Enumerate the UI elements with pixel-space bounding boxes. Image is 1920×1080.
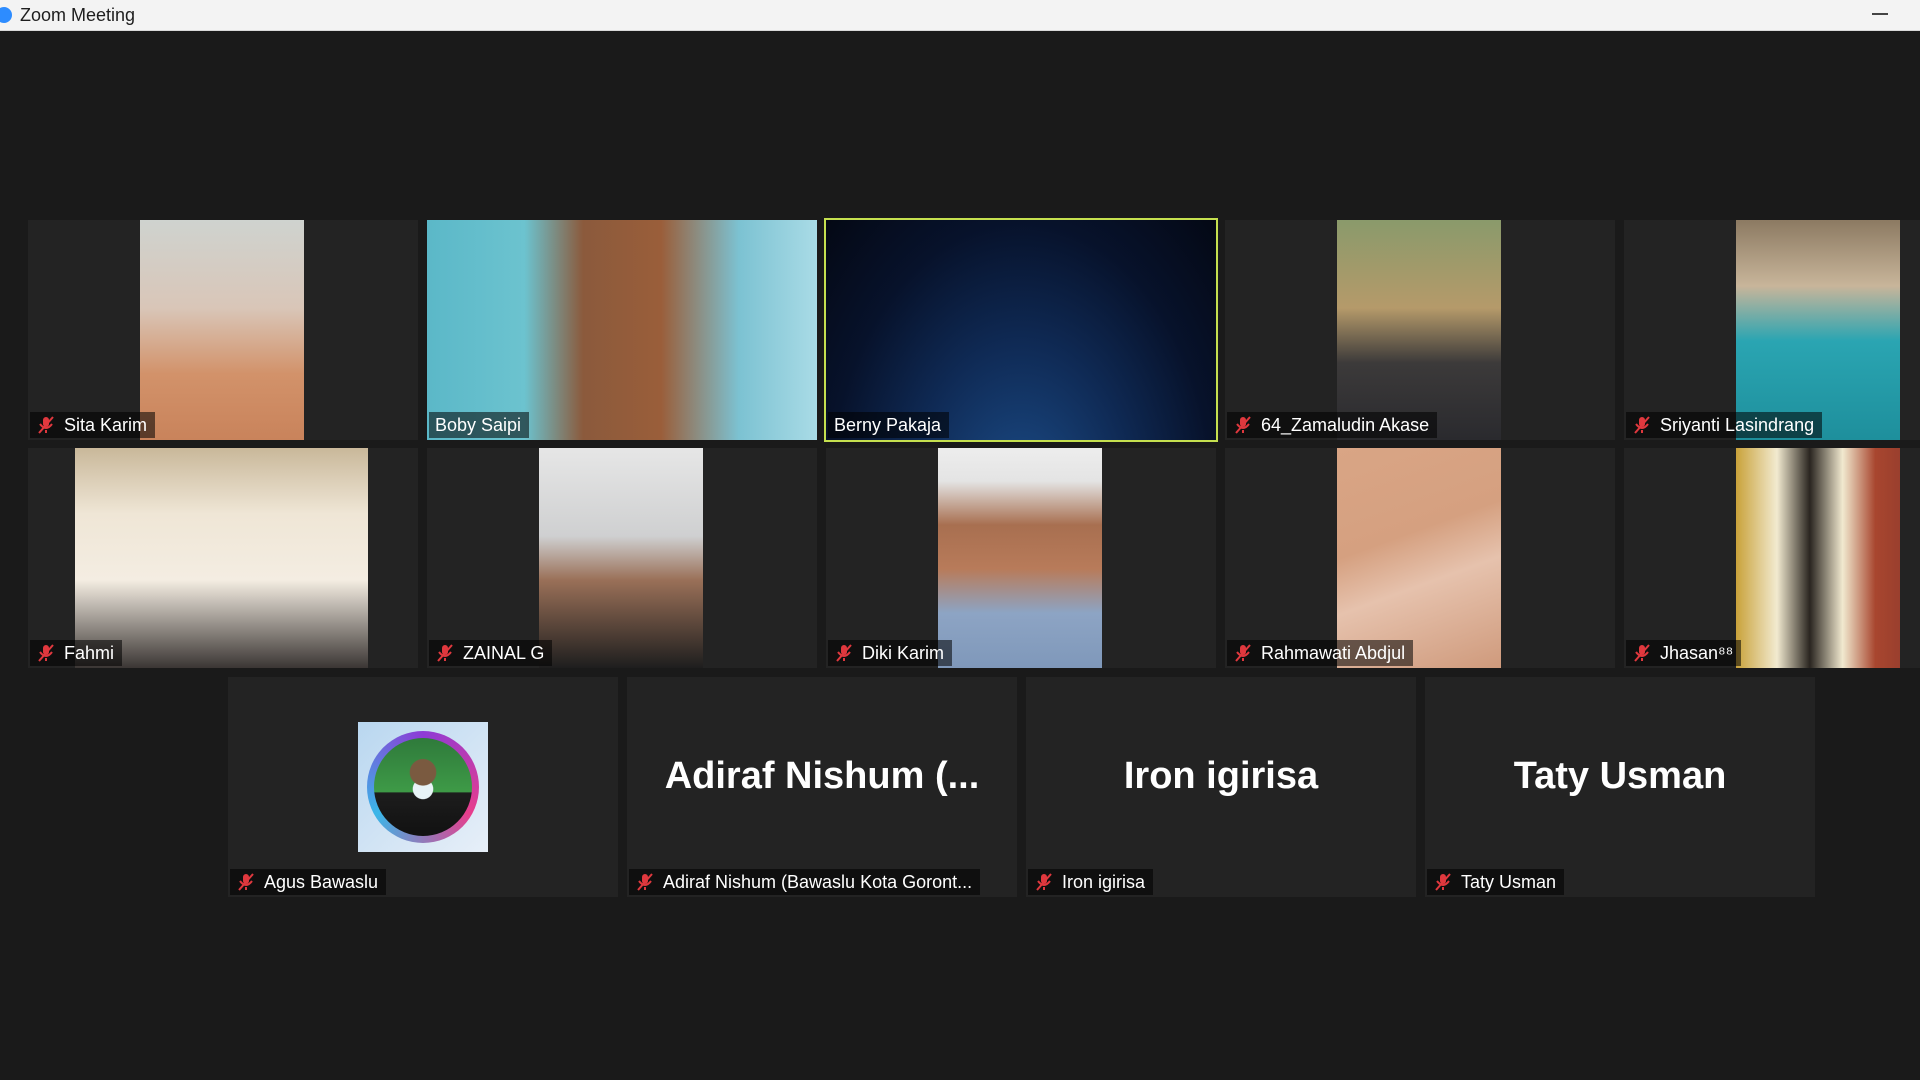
participant-name: Berny Pakaja (834, 414, 942, 435)
minimize-button[interactable] (1866, 4, 1894, 24)
participant-name: ZAINAL G (463, 642, 545, 663)
participant-name-label: Sriyanti Lasindrang (1626, 412, 1823, 438)
profile-avatar (358, 722, 488, 852)
participant-video (140, 220, 304, 440)
participant-display-name: Iron igirisa (1123, 755, 1319, 797)
participant-name: 64_Zamaludin Akase (1261, 414, 1430, 435)
participant-tile-rahmawati-abdjul[interactable]: Rahmawati Abdjul (1225, 448, 1615, 668)
muted-microphone-icon (836, 644, 852, 662)
participant-name-label: Rahmawati Abdjul (1227, 640, 1414, 666)
participant-name-label: ZAINAL G (429, 640, 553, 666)
participant-display-name: Taty Usman (1513, 755, 1727, 797)
participant-name: Iron igirisa (1062, 871, 1146, 892)
participant-name: Jhasan⁸⁸ (1660, 642, 1734, 663)
muted-microphone-icon (38, 644, 54, 662)
muted-microphone-icon (637, 873, 653, 891)
participant-video (75, 448, 368, 668)
participant-name-label: Berny Pakaja (828, 412, 950, 438)
participant-tile-diki-karim[interactable]: Diki Karim (826, 448, 1216, 668)
muted-microphone-icon (1235, 644, 1251, 662)
participant-name-label: 64_Zamaludin Akase (1227, 412, 1438, 438)
participant-tile-agus-bawaslu[interactable]: Agus Bawaslu (228, 677, 618, 897)
participant-name: Fahmi (64, 642, 115, 663)
muted-microphone-icon (238, 873, 254, 891)
participant-video (938, 448, 1102, 668)
zoom-app-icon (0, 7, 12, 23)
participant-video (826, 220, 1216, 440)
participant-video (1736, 220, 1900, 440)
participant-tile-adiraf-nishum[interactable]: Adiraf Nishum (... Adiraf Nishum (Bawasl… (627, 677, 1017, 897)
participant-name: Rahmawati Abdjul (1261, 642, 1406, 663)
muted-microphone-icon (1036, 873, 1052, 891)
participant-name-label: Jhasan⁸⁸ (1626, 640, 1742, 666)
participant-name-label: Agus Bawaslu (230, 869, 387, 895)
participant-tile-sriyanti-lasindrang[interactable]: Sriyanti Lasindrang (1624, 220, 1920, 440)
muted-microphone-icon (1634, 416, 1650, 434)
window-title: Zoom Meeting (20, 4, 136, 25)
participant-name: Sita Karim (64, 414, 148, 435)
muted-microphone-icon (1235, 416, 1251, 434)
participant-tile-taty-usman[interactable]: Taty Usman Taty Usman (1425, 677, 1815, 897)
participant-name-label: Taty Usman (1427, 869, 1565, 895)
participant-name-label: Fahmi (30, 640, 123, 666)
participant-video (539, 448, 703, 668)
participant-tile-zainal-g[interactable]: ZAINAL G (427, 448, 817, 668)
window-titlebar: Zoom Meeting (0, 0, 1920, 31)
muted-microphone-icon (38, 416, 54, 434)
participant-name: Agus Bawaslu (264, 871, 379, 892)
participant-video (1337, 220, 1501, 440)
muted-microphone-icon (437, 644, 453, 662)
participant-video (1736, 448, 1900, 668)
participant-name-label: Diki Karim (828, 640, 953, 666)
participant-tile-sita-karim[interactable]: Sita Karim (28, 220, 418, 440)
participant-name: Adiraf Nishum (Bawaslu Kota Goront... (663, 871, 973, 892)
participant-tile-zamaludin-akase[interactable]: 64_Zamaludin Akase (1225, 220, 1615, 440)
participant-display-name: Adiraf Nishum (... (664, 755, 980, 797)
participant-name: Sriyanti Lasindrang (1660, 414, 1815, 435)
participant-tile-jhasan[interactable]: Jhasan⁸⁸ (1624, 448, 1920, 668)
participant-name-label: Adiraf Nishum (Bawaslu Kota Goront... (629, 869, 981, 895)
participant-name-label: Boby Saipi (429, 412, 530, 438)
participant-name-label: Iron igirisa (1028, 869, 1154, 895)
participant-video (1337, 448, 1501, 668)
participant-tile-fahmi[interactable]: Fahmi (28, 448, 418, 668)
participant-name: Taty Usman (1461, 871, 1557, 892)
muted-microphone-icon (1435, 873, 1451, 891)
participant-tile-boby-saipi[interactable]: Boby Saipi (427, 220, 817, 440)
participant-video (427, 220, 817, 440)
participant-tile-iron-igirisa[interactable]: Iron igirisa Iron igirisa (1026, 677, 1416, 897)
participant-tile-berny-pakaja[interactable]: Berny Pakaja (824, 218, 1218, 442)
participant-name: Boby Saipi (435, 414, 522, 435)
participant-name: Diki Karim (862, 642, 945, 663)
muted-microphone-icon (1634, 644, 1650, 662)
participant-name-label: Sita Karim (30, 412, 156, 438)
